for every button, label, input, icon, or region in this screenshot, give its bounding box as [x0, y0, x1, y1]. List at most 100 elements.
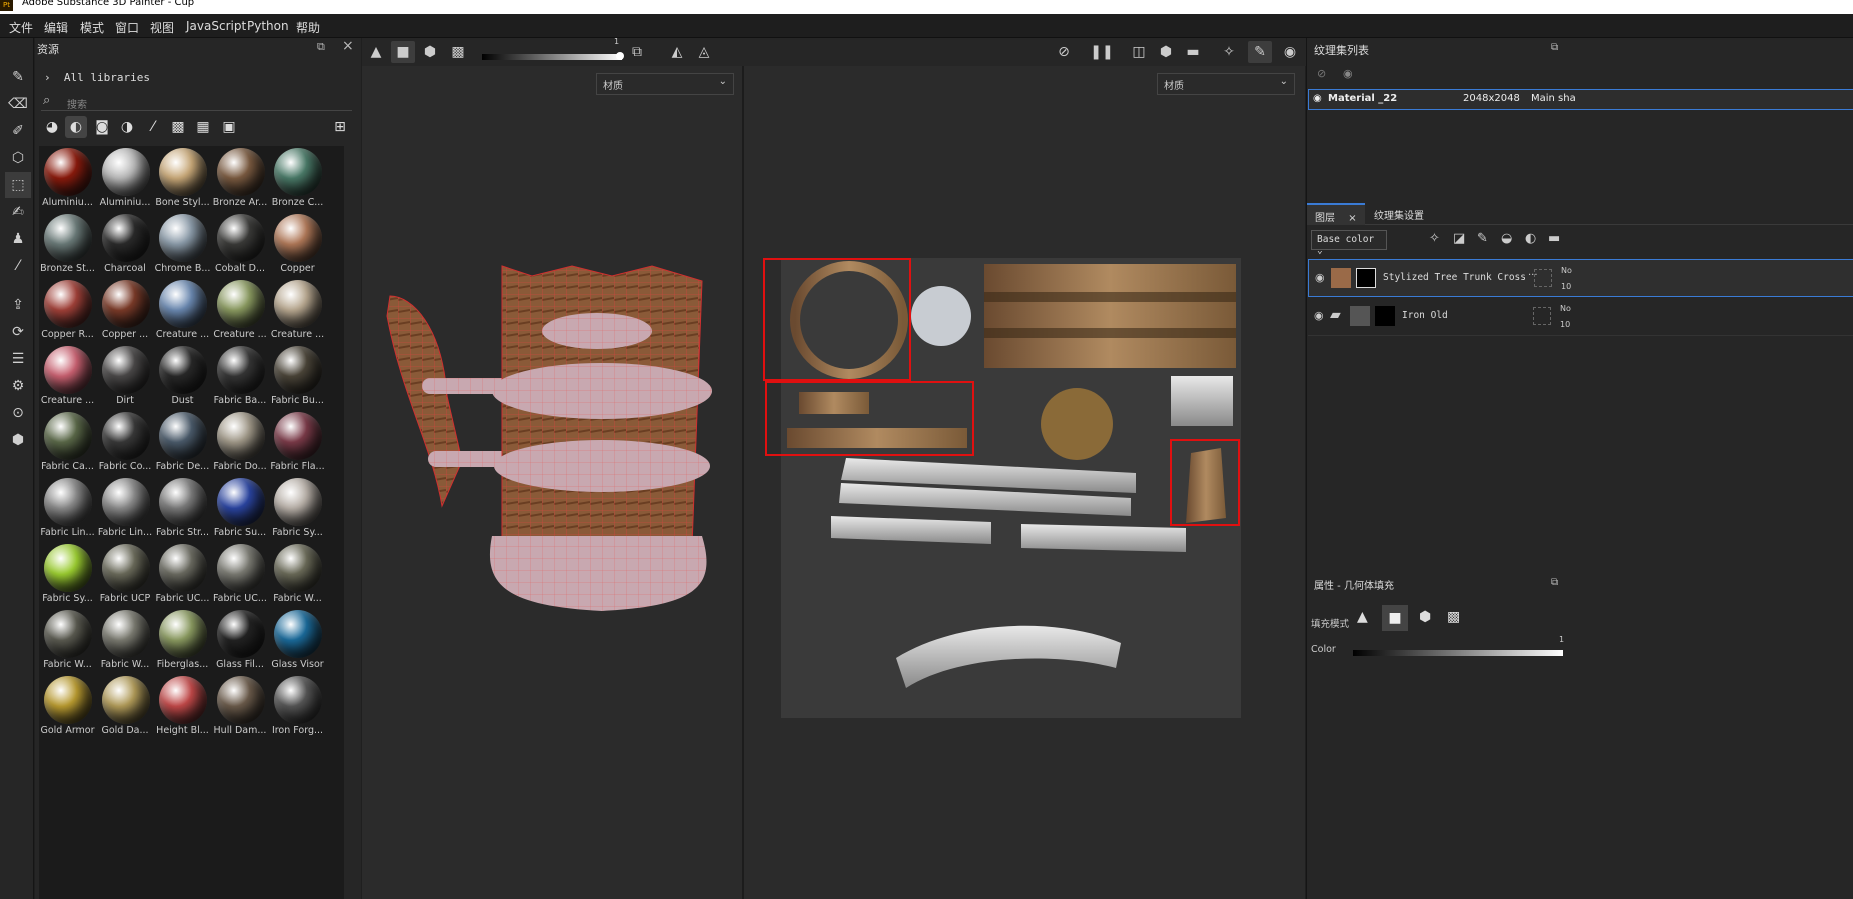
triangle-mode-icon[interactable]: ▲	[364, 41, 388, 63]
material-tile[interactable]: Fabric Str...	[154, 476, 211, 542]
paint-mode-icon[interactable]: ✎	[1248, 41, 1272, 63]
add-folder-icon[interactable]: ▬	[1548, 231, 1560, 246]
close-icon[interactable]: ×	[342, 38, 354, 54]
display-icon[interactable]: ⬢	[1154, 41, 1178, 63]
object-mode-icon[interactable]: ⬢	[418, 41, 442, 63]
menu-mode[interactable]: 模式	[80, 19, 104, 36]
grid-view-icon[interactable]: ⊞	[329, 116, 351, 138]
channel-dropdown[interactable]: Base color ⌄	[1311, 230, 1387, 256]
blend-box[interactable]	[1534, 269, 1552, 287]
material-tile[interactable]: Fabric Fla...	[269, 410, 326, 476]
settings-icon[interactable]: ⚙	[5, 373, 31, 399]
library-tree[interactable]: › All libraries	[44, 71, 150, 84]
material-tile[interactable]: Cobalt D...	[212, 212, 269, 278]
color-slider[interactable]	[1353, 650, 1563, 656]
material-tile[interactable]: Fabric Lin...	[39, 476, 96, 542]
eraser-icon[interactable]: ⌫	[5, 91, 31, 117]
material-tile[interactable]: Height Bl...	[154, 674, 211, 740]
menu-file[interactable]: 文件	[9, 19, 33, 36]
filter-grunges-icon[interactable]: ▦	[192, 116, 214, 138]
layer-row[interactable]: ◉ ▰ Iron Old No 10	[1308, 298, 1853, 336]
viewer-settings-icon[interactable]: ⬢	[5, 427, 31, 453]
menu-javascript[interactable]: JavaScript	[186, 19, 246, 33]
material-tile[interactable]: Fabric Bu...	[269, 344, 326, 410]
filter-materials-icon[interactable]: ◕	[41, 116, 63, 138]
material-tile[interactable]: Dirt	[97, 344, 154, 410]
undock-icon[interactable]: ⧉	[1551, 42, 1558, 53]
camera-icon[interactable]: ▬	[1181, 41, 1205, 63]
geometry-mask-icon[interactable]: ⬚	[5, 172, 31, 198]
bake-icon[interactable]: ⟳	[5, 319, 31, 345]
uv-mode-icon[interactable]: ▩	[446, 41, 470, 63]
material-tile[interactable]: Fabric Su...	[212, 476, 269, 542]
undock-icon[interactable]: ⧉	[1551, 577, 1558, 588]
material-tile[interactable]: Fabric Do...	[212, 410, 269, 476]
menu-window[interactable]: 窗口	[115, 19, 139, 36]
filter-smart-materials-icon[interactable]: ◐	[65, 116, 87, 138]
material-tile[interactable]: Bone Styl...	[154, 146, 211, 212]
search-input[interactable]: 搜索	[67, 96, 87, 111]
material-tile[interactable]: Fabric W...	[97, 608, 154, 674]
filter-masks-icon[interactable]: ◙	[91, 116, 113, 138]
material-tile[interactable]: Aluminiu...	[39, 146, 96, 212]
material-tile[interactable]: Gold Da...	[97, 674, 154, 740]
face-mode-icon[interactable]: ■	[391, 41, 415, 63]
paint-brush-icon[interactable]: ✎	[5, 64, 31, 90]
eye-icon[interactable]: ◉	[1315, 271, 1325, 284]
material-tile[interactable]: Copper R...	[39, 278, 96, 344]
material-tile[interactable]: Fabric UC...	[154, 542, 211, 608]
add-effect-icon[interactable]: ✧	[1429, 231, 1440, 246]
material-tile[interactable]: Bronze Ar...	[212, 146, 269, 212]
eye-icon[interactable]: ◉	[1343, 67, 1353, 80]
material-tile[interactable]: Fabric UCP	[97, 542, 154, 608]
opacity-slider[interactable]	[482, 52, 624, 60]
smudge-icon[interactable]: ✍	[5, 199, 31, 225]
material-tile[interactable]: Fabric Sy...	[39, 542, 96, 608]
material-tile[interactable]: Charcoal	[97, 212, 154, 278]
object-fill-icon[interactable]: ⬢	[1419, 609, 1431, 625]
pin-icon[interactable]: ✧	[1217, 41, 1241, 63]
symmetry-icon[interactable]: ◭	[665, 41, 689, 63]
uv-island-icon[interactable]: ◬	[692, 41, 716, 63]
tab-layers[interactable]: 图层 ×	[1307, 203, 1365, 225]
material-tile[interactable]: Fabric Sy...	[269, 476, 326, 542]
material-tile[interactable]: Aluminiu...	[97, 146, 154, 212]
link-icon[interactable]: ⊘	[1317, 67, 1326, 80]
menu-edit[interactable]: 编辑	[44, 19, 68, 36]
material-tile[interactable]: Fabric Ca...	[39, 410, 96, 476]
screenshot-camera-icon[interactable]: ◉	[1278, 41, 1302, 63]
split-view-icon[interactable]: ◫	[1127, 41, 1151, 63]
add-fill-layer-icon[interactable]: ◒	[1501, 231, 1512, 246]
eye-icon[interactable]: ◉	[1314, 309, 1324, 322]
viewport-3d[interactable]: 材质 ⌄	[362, 66, 742, 899]
material-tile[interactable]: Fabric Co...	[97, 410, 154, 476]
polygon-fill-icon[interactable]: ⬡	[5, 145, 31, 171]
material-tile[interactable]: Fabric Lin...	[97, 476, 154, 542]
slider-knob[interactable]	[616, 52, 624, 60]
uv-fill-icon[interactable]: ▩	[1447, 609, 1460, 625]
export-icon[interactable]: ⇪	[5, 292, 31, 318]
tab-texture-set-settings[interactable]: 纹理集设置	[1366, 203, 1432, 225]
material-tile[interactable]: Copper ...	[97, 278, 154, 344]
screenshot-icon[interactable]: ⊙	[5, 400, 31, 426]
filter-textures-icon[interactable]: ◑	[116, 116, 138, 138]
clone-stamp-icon[interactable]: ♟	[5, 226, 31, 252]
menu-python[interactable]: Python	[247, 19, 289, 33]
history-icon[interactable]: ☰	[5, 346, 31, 372]
material-tile[interactable]: Glass Visor	[269, 608, 326, 674]
triangle-fill-icon[interactable]: ▲	[1357, 609, 1368, 625]
add-smart-material-icon[interactable]: ◐	[1525, 231, 1536, 246]
filter-environments-icon[interactable]: ▣	[218, 116, 240, 138]
projection-icon[interactable]: ✐	[5, 118, 31, 144]
minimize-button[interactable]: —	[1821, 0, 1833, 5]
material-tile[interactable]: Creature ...	[39, 344, 96, 410]
material-tile[interactable]: Fabric W...	[269, 542, 326, 608]
polygon-fill-icon[interactable]: ■	[1382, 605, 1408, 631]
material-tile[interactable]: Dust	[154, 344, 211, 410]
menu-help[interactable]: 帮助	[296, 19, 320, 36]
material-dropdown-3d[interactable]: 材质 ⌄	[596, 73, 734, 95]
add-mask-icon[interactable]: ◪	[1453, 231, 1465, 246]
material-tile[interactable]: Fiberglas...	[154, 608, 211, 674]
material-tile[interactable]: Fabric Ba...	[212, 344, 269, 410]
filter-alphas-icon[interactable]: ▩	[167, 116, 189, 138]
